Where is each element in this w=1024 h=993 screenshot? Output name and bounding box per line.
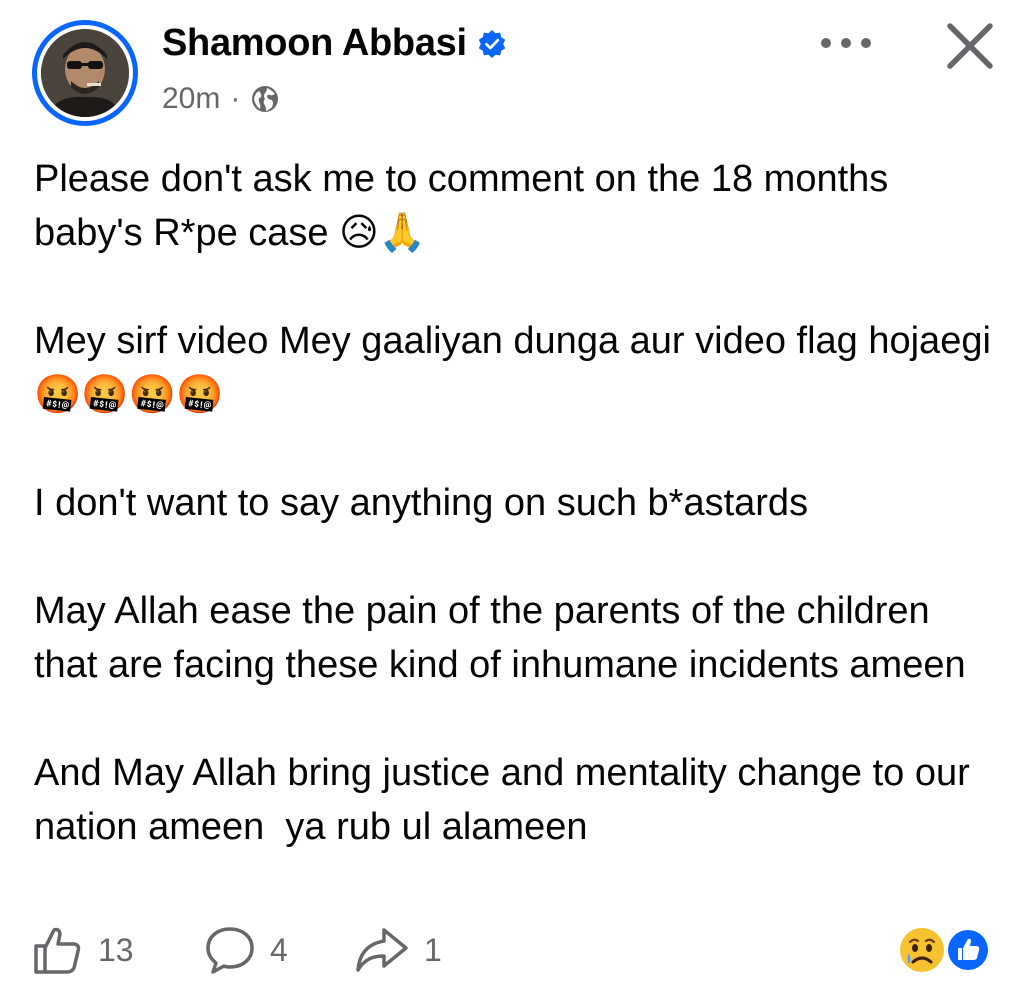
shares-count: 1 [424, 931, 442, 968]
author-name[interactable]: Shamoon Abbasi [162, 22, 467, 65]
like-reaction-icon [945, 927, 991, 973]
post-paragraph: Please don't ask me to comment on the 18… [34, 158, 899, 254]
post-meta: 20m · [162, 82, 280, 116]
comment-button[interactable]: 4 [204, 922, 288, 978]
verified-badge-icon [477, 29, 507, 59]
globe-icon[interactable] [250, 84, 280, 114]
close-icon [947, 23, 993, 69]
comment-bubble-icon [206, 927, 254, 974]
reactions-summary[interactable] [898, 926, 994, 974]
thumbs-up-icon [34, 927, 81, 974]
avatar[interactable] [32, 20, 138, 126]
like-button[interactable]: 13 [32, 922, 134, 978]
post-text: Please don't ask me to comment on the 18… [34, 152, 994, 854]
post-author: Shamoon Abbasi [162, 22, 507, 65]
post-actions: 13 4 1 [32, 922, 992, 978]
post-paragraph: May Allah ease the pain of the parents o… [34, 590, 966, 686]
avatar-photo [41, 29, 129, 117]
post-paragraph: Mey sirf video Mey gaaliyan dunga aur vi… [34, 320, 1002, 416]
close-button[interactable] [944, 20, 996, 72]
sad-reaction-icon [900, 928, 944, 972]
share-arrow-icon [356, 928, 408, 972]
post-time[interactable]: 20m [162, 82, 220, 116]
comments-count: 4 [270, 931, 288, 968]
avatar-border [37, 25, 133, 121]
share-button[interactable]: 1 [354, 922, 442, 978]
likes-count: 13 [98, 931, 134, 968]
avatar-portrait-icon [41, 29, 129, 117]
more-options-button[interactable] [816, 28, 876, 58]
meta-separator: · [230, 82, 241, 115]
reactions-icons [900, 927, 991, 973]
more-dots-icon [821, 38, 871, 48]
post-paragraph: I don't want to say anything on such b*a… [34, 482, 809, 524]
post-paragraph: And May Allah bring justice and mentalit… [34, 752, 981, 848]
